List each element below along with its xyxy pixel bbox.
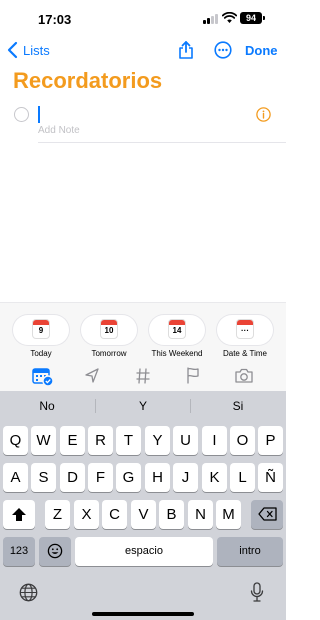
key-b[interactable]: B [159,500,184,529]
delete-icon [257,507,277,521]
keyboard: No Y Si Q W E R T Y U I O P A S D F G H … [0,391,286,620]
key-q[interactable]: Q [3,426,28,455]
done-button[interactable]: Done [245,43,278,58]
key-j[interactable]: J [173,463,198,492]
calendar-date-icon: 10 [101,320,117,338]
date-and-time-button[interactable]: ··· [217,315,273,345]
quick-date-toolbar: 9 Today 10 Tomorrow 14 This Weekend ··· … [0,302,286,391]
add-note-field[interactable]: Add Note [38,125,80,136]
battery-level: 94 [245,13,256,23]
more-options-icon[interactable] [214,41,232,59]
key-r[interactable]: R [88,426,113,455]
predictive-bar: No Y Si [0,391,286,421]
status-bar: 17:03 94 [0,0,286,38]
prediction-divider [95,399,96,413]
key-z[interactable]: Z [45,500,70,529]
flag-icon[interactable] [185,367,201,385]
key-e[interactable]: E [60,426,85,455]
return-key[interactable]: intro [217,537,283,566]
emoji-icon [47,543,63,559]
list-title: Recordatorios [13,68,163,93]
key-d[interactable]: D [60,463,85,492]
prediction-divider [190,399,191,413]
key-m[interactable]: M [216,500,241,529]
row-separator [38,142,286,143]
key-s[interactable]: S [31,463,56,492]
key-o[interactable]: O [230,426,255,455]
reminder-tools [0,367,286,389]
reminder-title-input[interactable] [38,106,40,123]
shift-key[interactable] [3,500,35,529]
this-weekend-button[interactable]: 14 [149,315,205,345]
chevron-left-icon [7,41,18,59]
prediction-2[interactable]: Y [113,399,173,413]
tag-icon[interactable] [135,367,151,385]
key-n[interactable]: N [188,500,213,529]
microphone-icon[interactable] [250,582,264,603]
key-v[interactable]: V [131,500,156,529]
today-button[interactable]: 9 [13,315,69,345]
key-x[interactable]: X [74,500,99,529]
camera-icon[interactable] [234,367,254,385]
key-g[interactable]: G [116,463,141,492]
share-icon[interactable] [177,40,195,60]
calendar-day: ··· [241,326,249,335]
calendar-day: 10 [104,326,114,335]
calendar-icon[interactable] [32,367,54,387]
shift-icon [12,508,26,521]
cellular-signal-icon [203,14,219,24]
prediction-1[interactable]: No [17,399,77,413]
delete-key[interactable] [251,500,283,529]
back-button-label: Lists [23,42,50,58]
navigation-bar: Lists Done [0,38,286,64]
calendar-day: 9 [38,326,44,335]
wifi-icon [222,12,237,23]
key-t[interactable]: T [116,426,141,455]
space-key[interactable]: espacio [75,537,213,566]
key-w[interactable]: W [31,426,56,455]
key-c[interactable]: C [102,500,127,529]
key-f[interactable]: F [88,463,113,492]
key-enye[interactable]: Ñ [258,463,283,492]
key-a[interactable]: A [3,463,28,492]
reminder-checkbox[interactable] [14,107,29,122]
tomorrow-button[interactable]: 10 [81,315,137,345]
calendar-date-icon: 9 [33,320,49,338]
key-h[interactable]: H [145,463,170,492]
home-indicator [92,612,194,616]
numbers-key[interactable]: 123 [3,537,35,566]
battery-icon: 94 [240,12,265,24]
key-u[interactable]: U [173,426,198,455]
info-icon[interactable] [256,107,271,122]
key-p[interactable]: P [258,426,283,455]
key-i[interactable]: I [202,426,227,455]
calendar-more-icon: ··· [237,320,253,338]
key-l[interactable]: L [230,463,255,492]
status-time: 17:03 [38,12,72,27]
key-k[interactable]: K [202,463,227,492]
back-button[interactable]: Lists [6,41,50,59]
date-and-time-label: Date & Time [222,349,267,358]
prediction-3[interactable]: Si [208,399,268,413]
calendar-date-icon: 14 [169,320,185,338]
calendar-day: 14 [172,326,182,335]
globe-icon[interactable] [19,583,38,602]
key-y[interactable]: Y [145,426,170,455]
emoji-key[interactable] [39,537,71,566]
location-icon[interactable] [84,367,100,385]
